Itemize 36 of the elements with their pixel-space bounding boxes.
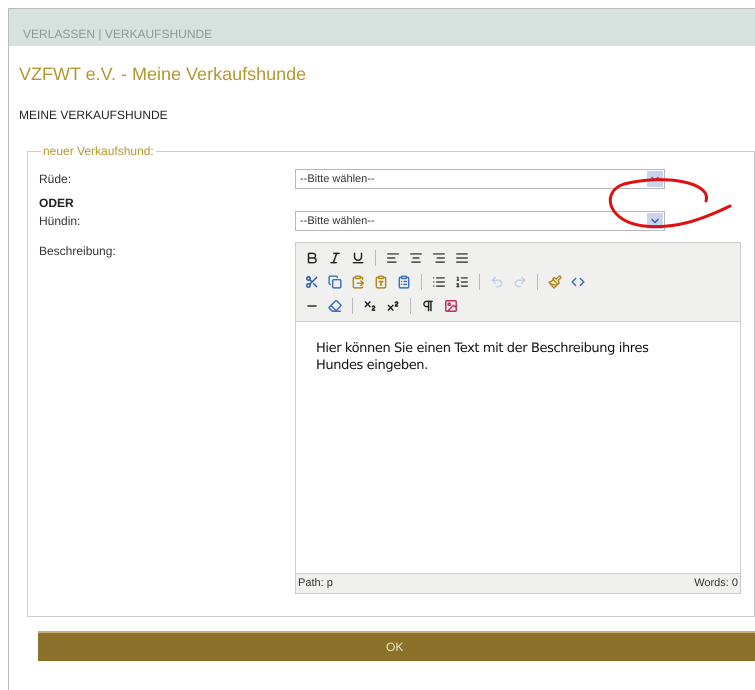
numbered-list-icon[interactable] [455,275,469,289]
clipboard-list-icon[interactable] [397,275,411,289]
bullet-list-icon[interactable] [432,275,446,289]
clipboard-text-icon[interactable] [374,275,388,289]
align-left-icon[interactable] [386,251,400,265]
page-title: VZFWT e.V. - Meine Verkaufshunde [19,63,308,86]
eraser-icon[interactable] [328,299,342,313]
italic-icon[interactable] [328,251,342,265]
align-right-icon[interactable] [432,251,446,265]
code-icon[interactable] [571,275,585,289]
fieldset-legend: neuer Verkaufshund: [41,142,156,160]
bold-icon[interactable] [305,251,319,265]
breadcrumb-text: VERLASSEN | VERKAUFSHUNDE [23,26,212,42]
field-label: Hündin: [39,213,82,230]
copy-icon[interactable] [328,275,342,289]
field-label: Rüde: [39,171,72,188]
image-icon[interactable] [444,299,458,313]
or-label: ODER [39,196,74,210]
align-justify-icon[interactable] [455,251,469,265]
pilcrow-icon[interactable] [421,299,435,313]
dropdown-select[interactable]: --Bitte wählen-- [295,211,665,231]
editor-text-area[interactable]: Hier können Sie einen Text mit der Beschreibung ihres Hundes eingeben. [296,322,740,573]
path-text: Path: p [298,576,333,592]
brush-icon[interactable] [548,275,562,289]
subscript-icon[interactable] [363,299,377,313]
superscript-icon[interactable] [386,299,400,313]
align-center-icon[interactable] [409,251,423,265]
scissors-icon[interactable] [305,275,319,289]
word-count: Words: 0 [694,576,738,592]
underline-icon[interactable] [351,251,365,265]
ok-button[interactable]: OK [38,631,755,661]
section-heading: MEINE VERKAUFSHUNDE [19,107,169,124]
dropdown-select[interactable]: --Bitte wählen-- [295,169,665,189]
paste-icon[interactable] [351,275,365,289]
editor-text: Hier können Sie einen Text mit der Beschreibung ihres Hundes eingeben. [316,340,650,374]
field-label: Beschreibung: [39,243,117,260]
